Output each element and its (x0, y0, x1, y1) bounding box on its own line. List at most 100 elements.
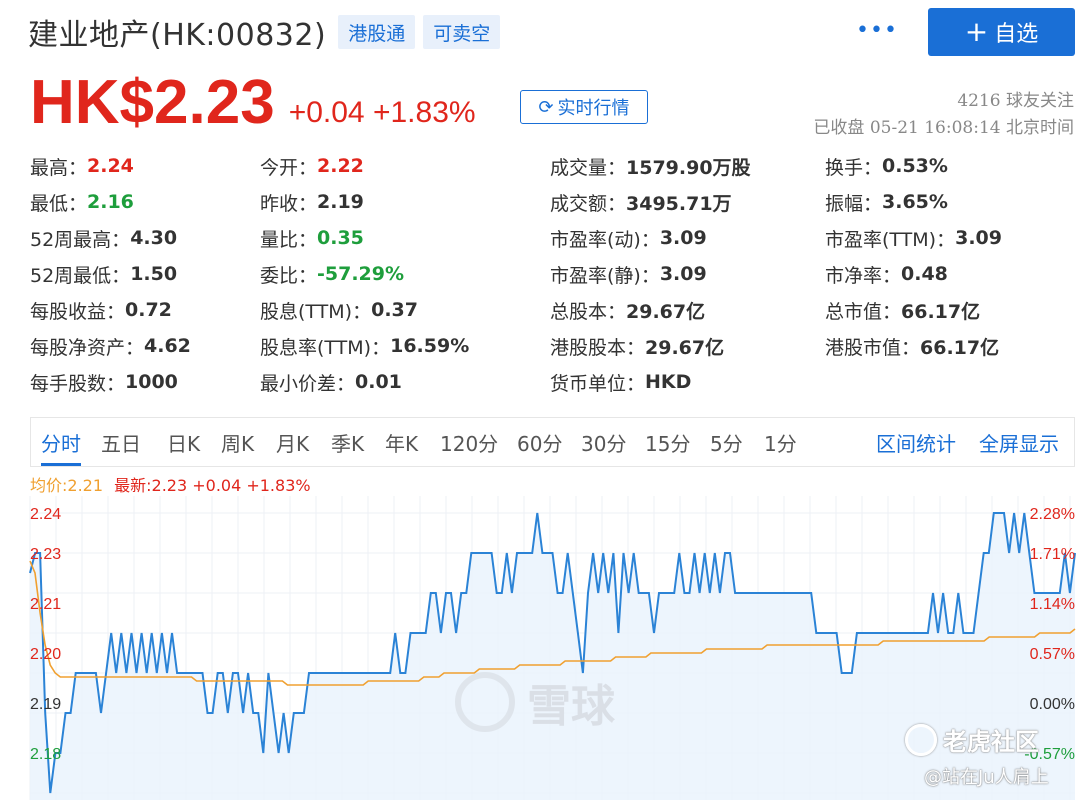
followers-count: 4216 球友关注 (957, 91, 1074, 111)
quote-field: 52周最高： 4.30 (30, 220, 177, 256)
y-axis-tick-right: 2.28% (1030, 506, 1075, 523)
quote-field-label: 每股净资产： (30, 336, 145, 359)
quote-field-label: 换手： (825, 156, 883, 179)
chart-legend: 均价:2.21 最新:2.23 +0.04 +1.83% (30, 472, 311, 496)
quote-field-value: 0.37 (371, 299, 418, 321)
tiger-watermark-text: 老虎社区 (943, 728, 1039, 756)
quote-field-value: 16.59% (390, 335, 470, 357)
quote-field-label: 52周最高： (30, 228, 131, 251)
realtime-quote-label: 实时行情 (557, 98, 630, 119)
y-axis-tick-right: 0.57% (1030, 646, 1075, 663)
refresh-icon: ⟳ (538, 96, 554, 118)
quote-field-label: 总市值： (825, 300, 902, 323)
tab-period[interactable]: 日K (167, 418, 200, 466)
quote-row: 每手股数： 1000 最小价差： 0.01 货币单位： HKD (30, 364, 1080, 400)
quote-meta: 4216 球友关注 已收盘 05-21 16:08:14 北京时间 (813, 88, 1074, 142)
quote-field-label: 市盈率(动)： (550, 228, 660, 251)
quote-field-label: 市净率： (825, 264, 902, 287)
quote-field-value: 4.62 (144, 335, 191, 357)
quote-field-value: 3495.71万 (626, 192, 732, 215)
quote-field: 港股市值： 66.17亿 (825, 328, 999, 364)
quote-field-value: HKD (645, 371, 692, 393)
tab-period[interactable]: 60分 (517, 418, 562, 466)
quote-field-value: -57.29% (317, 263, 405, 285)
quote-field-label: 市盈率(TTM)： (825, 228, 956, 251)
quote-field-label: 货币单位： (550, 372, 646, 395)
quote-field-value: 3.09 (659, 263, 707, 285)
tag-short-sell[interactable]: 可卖空 (423, 15, 501, 49)
fullscreen-link[interactable]: 全屏显示 (979, 418, 1059, 466)
quote-field-value: 0.53% (882, 155, 948, 177)
tab-period[interactable]: 1分 (764, 418, 797, 466)
quote-field: 总市值： 66.17亿 (825, 292, 980, 328)
add-watchlist-button[interactable]: + 自选 (928, 8, 1075, 56)
quote-field-value: 2.22 (317, 155, 364, 177)
y-axis-tick-right: 1.14% (1030, 596, 1075, 613)
quote-field: 成交量： 1579.90万股 (550, 148, 751, 184)
quote-field-value: 0.01 (355, 371, 402, 393)
plus-icon: + (964, 15, 989, 48)
y-axis-tick-right: 1.71% (1030, 546, 1075, 563)
tab-period[interactable]: 15分 (645, 418, 690, 466)
more-icon: ••• (856, 17, 898, 43)
quote-field-label: 总股本： (550, 300, 627, 323)
tab-period[interactable]: 5分 (710, 418, 743, 466)
quote-field: 股息(TTM)： 0.37 (260, 292, 418, 328)
quote-field-label: 昨收： (260, 192, 318, 215)
tab-period[interactable]: 年K (385, 418, 418, 466)
range-stats-link[interactable]: 区间统计 (876, 418, 956, 466)
tab-period[interactable]: 30分 (581, 418, 626, 466)
legend-latest-price: 最新:2.23 +0.04 +1.83% (114, 476, 311, 495)
market-status: 已收盘 05-21 16:08:14 北京时间 (813, 118, 1074, 138)
y-axis-tick-left: 2.21 (30, 596, 61, 613)
quote-field: 今开： 2.22 (260, 148, 364, 184)
quote-field: 股息率(TTM)： 16.59% (260, 328, 469, 364)
quote-field-value: 66.17亿 (920, 336, 1000, 359)
quote-field: 成交额： 3495.71万 (550, 184, 732, 220)
quote-field-label: 量比： (260, 228, 318, 251)
quote-field: 最小价差： 0.01 (260, 364, 402, 400)
tab-period[interactable]: 月K (276, 418, 309, 466)
legend-avg-price: 均价:2.21 (30, 476, 104, 495)
quote-field-label: 每股收益： (30, 300, 126, 323)
quote-field: 最低： 2.16 (30, 184, 134, 220)
more-button[interactable]: ••• (856, 14, 897, 46)
quote-row: 52周最低： 1.50 委比： -57.29% 市盈率(静)： 3.09 市净率： 0.48 (30, 256, 1080, 292)
quote-field: 总股本： 29.67亿 (550, 292, 705, 328)
y-axis-tick-left: 2.20 (30, 646, 61, 663)
quote-row: 52周最高： 4.30 量比： 0.35 市盈率(动)： 3.09 市盈率(TTM)： 3.0… (30, 220, 1080, 256)
quote-field-label: 今开： (260, 156, 318, 179)
quote-field-value: 2.24 (87, 155, 134, 177)
y-axis-tick-left: 2.24 (30, 506, 61, 523)
quote-field-value: 0.72 (125, 299, 172, 321)
quote-field-label: 委比： (260, 264, 318, 287)
quote-field: 市盈率(动)： 3.09 (550, 220, 707, 256)
tab-period[interactable]: 120分 (440, 418, 498, 466)
quote-field-value: 2.19 (317, 191, 364, 213)
quote-field-value: 2.16 (87, 191, 134, 213)
quote-field-label: 成交量： (550, 156, 627, 179)
quote-grid: 最高： 2.24 今开： 2.22 成交量： 1579.90万股 换手： 0.53% 最低： 2.… (30, 148, 1080, 400)
quote-field-value: 0.48 (901, 263, 948, 285)
quote-field-value: 1000 (125, 371, 178, 393)
tab-period[interactable]: 分时 (41, 418, 81, 466)
chart-period-tabs: 分时 五日 日K 周K 月K 季K 年K 120分 60分 30分 15分 5分 1分 区间统计 全屏显示 (30, 417, 1075, 467)
tab-period[interactable]: 五日 (101, 418, 141, 466)
quote-field-value: 29.67亿 (626, 300, 706, 323)
price-change: +0.04 +1.83% (289, 96, 476, 130)
quote-field: 最高： 2.24 (30, 148, 134, 184)
y-axis-tick-left: 2.23 (30, 546, 61, 563)
realtime-quote-button[interactable]: ⟳ 实时行情 (520, 90, 648, 124)
quote-field: 换手： 0.53% (825, 148, 948, 184)
quote-field: 市净率： 0.48 (825, 256, 948, 292)
quote-field: 货币单位： HKD (550, 364, 691, 400)
tab-period[interactable]: 周K (221, 418, 254, 466)
quote-field-label: 港股股本： (550, 336, 646, 359)
quote-field-value: 0.35 (317, 227, 364, 249)
quote-field: 量比： 0.35 (260, 220, 364, 256)
y-axis-tick-left: 2.18 (30, 746, 61, 763)
tab-period[interactable]: 季K (331, 418, 364, 466)
current-price: HK$2.23 (30, 68, 275, 137)
quote-field: 每股收益： 0.72 (30, 292, 172, 328)
tag-hk-connect[interactable]: 港股通 (338, 15, 416, 49)
